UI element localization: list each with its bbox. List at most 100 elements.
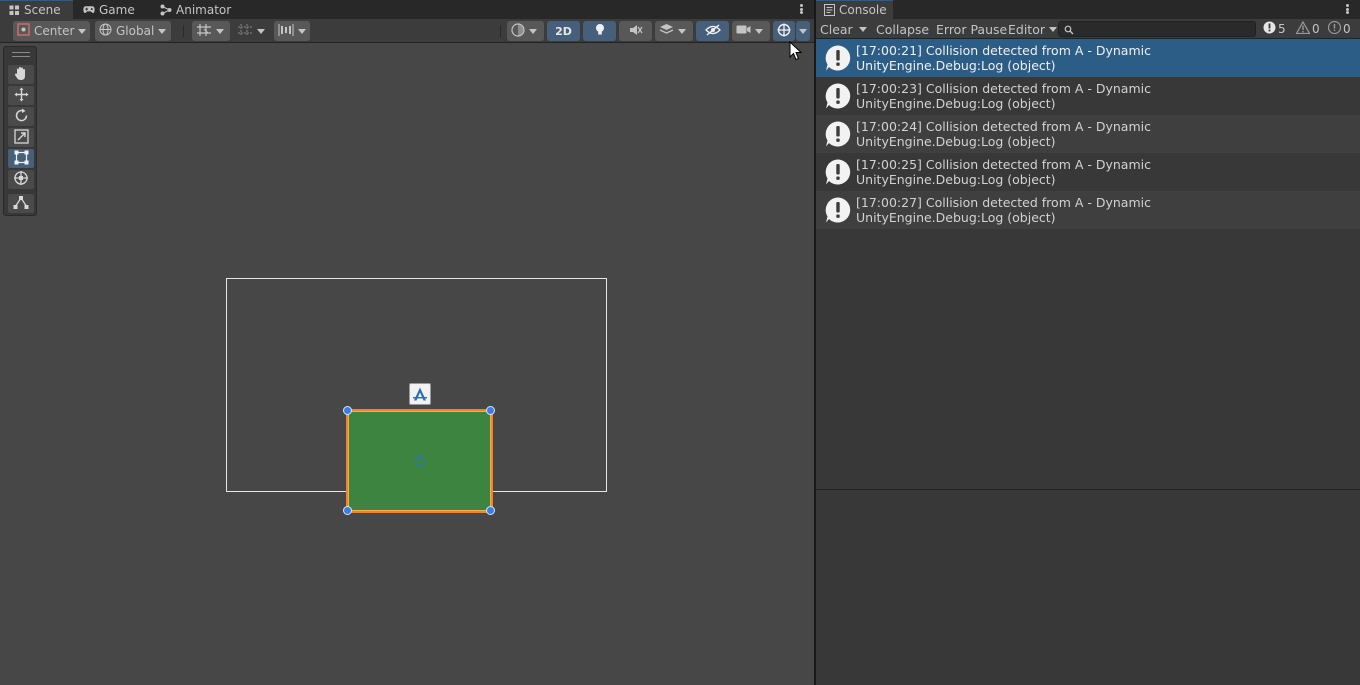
gamepad-icon (83, 4, 95, 16)
chevron-down-icon (158, 28, 167, 34)
pivot-rotation-dropdown[interactable]: Global (95, 21, 171, 41)
scale-tool-button[interactable] (8, 128, 34, 147)
rect-handle-top-right[interactable] (486, 406, 495, 415)
scene-camera-dropdown[interactable] (732, 21, 770, 41)
chevron-down-icon (216, 28, 224, 34)
rotate-tool-button[interactable] (8, 107, 34, 126)
info-count-toggle[interactable]: 5 (1263, 19, 1286, 39)
info-bubble-icon (825, 197, 851, 223)
log-entry[interactable]: [17:00:27] Collision detected from A - D… (816, 191, 1360, 229)
mouse-cursor-icon (789, 41, 803, 61)
clear-button[interactable]: Clear (816, 19, 857, 39)
draw-mode-dropdown[interactable] (507, 21, 544, 41)
info-bubble-icon (825, 159, 851, 185)
lightbulb-icon (595, 23, 605, 39)
hand-tool-button[interactable] (8, 65, 34, 84)
warning-count-toggle[interactable]: 0 (1295, 19, 1320, 39)
chevron-down-icon (78, 28, 87, 34)
grid-snap-dropdown[interactable] (192, 21, 230, 41)
tab-console[interactable]: Console (816, 0, 893, 19)
log-source: UnityEngine.Debug:Log (object) (856, 210, 1056, 225)
rect-handle-bottom-right[interactable] (486, 506, 495, 515)
log-message: [17:00:23] Collision detected from A - D… (856, 81, 1151, 96)
console-more-menu-icon[interactable] (1343, 2, 1351, 16)
rect-tool-button[interactable] (8, 149, 34, 168)
gizmo-icon (777, 23, 791, 40)
console-panel: Console Clear Collapse Error Pause Edito… (816, 0, 1360, 685)
info-bubble-icon (825, 83, 851, 109)
audio-mute-icon (629, 24, 643, 39)
tab-animator[interactable]: Animator (152, 0, 239, 19)
rect-handle-bottom-left[interactable] (343, 506, 352, 515)
log-message: [17:00:24] Collision detected from A - D… (856, 119, 1151, 134)
error-count-icon (1327, 20, 1342, 37)
tab-scene[interactable]: Scene (0, 0, 73, 19)
error-count-toggle[interactable]: 0 (1327, 19, 1351, 39)
collapse-toggle[interactable]: Collapse (872, 19, 933, 39)
error-count: 0 (1343, 22, 1351, 36)
clear-options-dropdown[interactable] (855, 19, 871, 39)
scene-audio-toggle[interactable] (619, 21, 652, 41)
move-arrows-icon (14, 87, 29, 105)
pivot-mode-dropdown[interactable]: Center (13, 21, 90, 41)
warning-count: 0 (1312, 22, 1320, 36)
error-pause-toggle[interactable]: Error Pause (932, 19, 1011, 39)
transform-tool-button[interactable] (8, 170, 34, 189)
info-bubble-icon (825, 121, 851, 147)
log-entry-text: [17:00:27] Collision detected from A - D… (856, 195, 1151, 225)
log-source: UnityEngine.Debug:Log (object) (856, 172, 1056, 187)
tab-console-label: Console (839, 3, 887, 17)
rect-handle-top-left[interactable] (343, 406, 352, 415)
align-dropdown[interactable] (274, 21, 310, 41)
scene-toolbar: Center Global 2D (0, 19, 814, 43)
rect-transform-icon (14, 150, 29, 168)
tab-scene-label: Scene (24, 3, 61, 17)
gizmos-toggle[interactable] (773, 21, 795, 41)
console-log-list: [17:00:21] Collision detected from A - D… (816, 39, 1360, 229)
scene-panel: Scene Game Animator Center Global 2D (0, 0, 814, 685)
chevron-down-icon (799, 28, 807, 34)
log-entry[interactable]: [17:00:24] Collision detected from A - D… (816, 115, 1360, 153)
globe-icon (99, 23, 112, 39)
custom-tool-icon (13, 195, 29, 212)
toggle-2d-button[interactable]: 2D (547, 21, 580, 41)
transform-all-icon (13, 170, 29, 189)
console-search-input[interactable] (1058, 21, 1256, 37)
log-source: UnityEngine.Debug:Log (object) (856, 58, 1056, 73)
pivot-center-icon (17, 23, 30, 39)
editor-label: Editor (1008, 21, 1045, 37)
grid-snap-icon (196, 23, 212, 40)
scene-lighting-toggle[interactable] (583, 21, 616, 41)
log-entry-text: [17:00:23] Collision detected from A - D… (856, 81, 1151, 111)
search-icon (1064, 24, 1074, 38)
tool-palette (3, 46, 37, 216)
info-count: 5 (1278, 22, 1286, 36)
log-entry[interactable]: [17:00:21] Collision detected from A - D… (816, 39, 1360, 77)
info-bubble-icon (825, 45, 851, 71)
log-source: UnityEngine.Debug:Log (object) (856, 134, 1056, 149)
console-toolbar: Clear Collapse Error Pause Editor 5 0 0 (816, 19, 1360, 39)
move-tool-button[interactable] (8, 86, 34, 105)
script-gizmo-icon[interactable] (409, 383, 431, 405)
log-message: [17:00:27] Collision detected from A - D… (856, 195, 1151, 210)
clear-label: Clear (820, 21, 853, 37)
animator-icon (160, 4, 172, 16)
scene-visibility-toggle[interactable] (696, 21, 729, 41)
scene-effects-dropdown[interactable] (655, 21, 693, 41)
chevron-down-icon (529, 28, 537, 34)
scene-more-menu-icon[interactable] (797, 2, 805, 16)
log-entry[interactable]: [17:00:25] Collision detected from A - D… (816, 153, 1360, 191)
console-tabbar: Console (816, 0, 1360, 19)
pivot-point-icon[interactable] (415, 456, 425, 466)
log-entry[interactable]: [17:00:23] Collision detected from A - D… (816, 77, 1360, 115)
log-message: [17:00:21] Collision detected from A - D… (856, 43, 1151, 58)
hand-icon (14, 66, 28, 84)
increment-snap-dropdown[interactable] (233, 21, 271, 41)
toggle-2d-label: 2D (555, 24, 572, 38)
editor-target-dropdown[interactable]: Editor (1004, 19, 1061, 39)
error-pause-label: Error Pause (936, 21, 1008, 37)
tab-game[interactable]: Game (75, 0, 143, 19)
gizmos-dropdown[interactable] (796, 21, 810, 41)
custom-tool-button[interactable] (8, 194, 34, 213)
palette-drag-handle[interactable] (12, 52, 30, 57)
